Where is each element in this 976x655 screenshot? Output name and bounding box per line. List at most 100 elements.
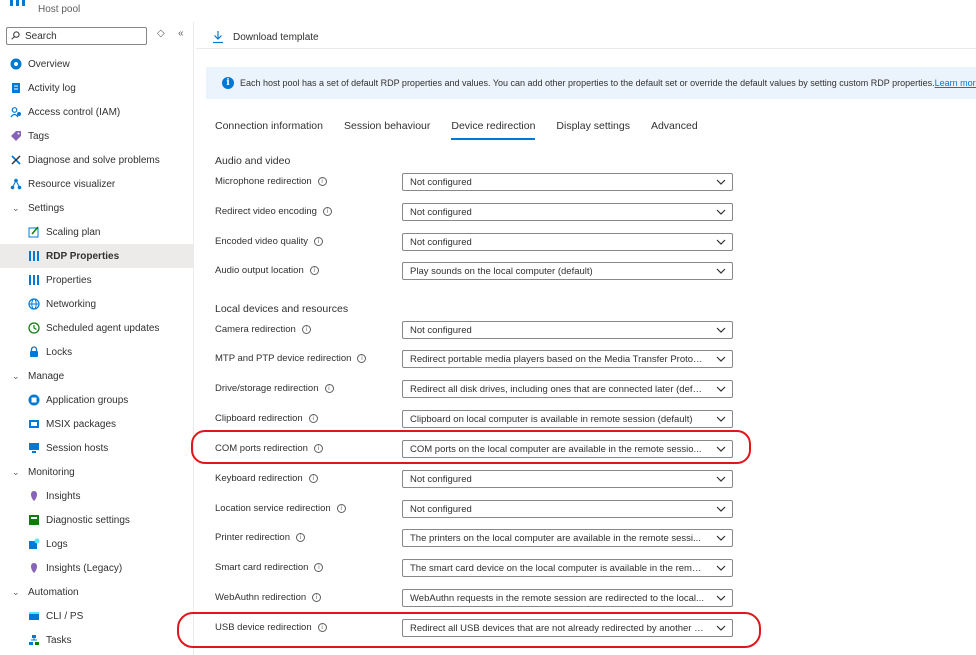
drive-storage-redirection-dropdown[interactable]: Redirect all disk drives, including ones… — [402, 380, 733, 398]
field-camera-redirection: Camera redirection i Not configured — [215, 321, 735, 339]
camera-redirection-dropdown[interactable]: Not configured — [402, 321, 733, 339]
sidebar-group-automation[interactable]: ⌄ Automation — [0, 580, 194, 604]
chevron-down-icon — [716, 476, 726, 482]
info-icon[interactable]: i — [314, 562, 324, 572]
dropdown-value: The printers on the local computer are a… — [410, 533, 701, 544]
sidebar-item-diagnostic-settings[interactable]: Diagnostic settings — [0, 508, 194, 532]
sidebar-item-label: Scaling plan — [46, 226, 101, 238]
tab-session-behaviour[interactable]: Session behaviour — [344, 118, 430, 140]
tab-display-settings[interactable]: Display settings — [556, 118, 630, 140]
tab-advanced[interactable]: Advanced — [651, 118, 698, 140]
info-icon[interactable]: i — [312, 592, 322, 602]
sidebar-group-settings[interactable]: ⌄ Settings — [0, 196, 194, 220]
audio-output-location-dropdown[interactable]: Play sounds on the local computer (defau… — [402, 262, 733, 280]
redirect-video-encoding-dropdown[interactable]: Not configured — [402, 203, 733, 221]
location-service-redirection-dropdown[interactable]: Not configured — [402, 500, 733, 518]
scaling-plan-icon — [28, 226, 39, 238]
section-audio-video: Audio and video — [215, 155, 291, 167]
info-icon[interactable]: i — [308, 473, 318, 483]
sidebar-item-diagnose-and-solve-problems[interactable]: Diagnose and solve problems — [0, 148, 194, 172]
sidebar-item-label: Settings — [28, 202, 65, 214]
wrench-icon — [11, 155, 21, 165]
dropdown-value: Not configured — [410, 474, 472, 485]
info-icon[interactable]: i — [295, 532, 305, 542]
clipboard-redirection-dropdown[interactable]: Clipboard on local computer is available… — [402, 410, 733, 428]
info-icon[interactable]: i — [308, 413, 318, 423]
sidebar-item-logs[interactable]: Logs — [0, 532, 194, 556]
info-icon[interactable]: i — [322, 206, 332, 216]
sidebar-item-msix-packages[interactable]: MSIX packages — [0, 412, 194, 436]
properties-icon — [29, 275, 39, 285]
field-label-text: Encoded video quality — [215, 236, 308, 247]
toolbar-divider — [196, 48, 976, 49]
sidebar-item-resource-visualizer[interactable]: Resource visualizer — [0, 172, 194, 196]
sidebar-item-rdp-properties[interactable]: RDP Properties — [0, 244, 194, 268]
tab-connection-information[interactable]: Connection information — [215, 118, 323, 140]
sidebar-item-label: Locks — [46, 346, 73, 358]
sidebar-group-manage[interactable]: ⌄ Manage — [0, 364, 194, 388]
field-label: Microphone redirection i — [215, 176, 327, 187]
field-label-text: Audio output location — [215, 265, 304, 276]
sidebar-item-properties[interactable]: Properties — [0, 268, 194, 292]
sidebar-item-locks[interactable]: Locks — [0, 340, 194, 364]
chevron-down-icon: ⌄ — [12, 466, 20, 477]
sidebar-item-scaling-plan[interactable]: Scaling plan — [0, 220, 194, 244]
search-icon — [11, 31, 20, 40]
encoded-video-quality-dropdown[interactable]: Not configured — [402, 233, 733, 251]
sidebar-item-scheduled-agent-updates[interactable]: Scheduled agent updates — [0, 316, 194, 340]
sidebar-item-application-groups[interactable]: Application groups — [0, 388, 194, 412]
chevron-down-icon — [716, 179, 726, 185]
keyboard-redirection-dropdown[interactable]: Not configured — [402, 470, 733, 488]
field-clipboard-redirection: Clipboard redirection i Clipboard on local… — [215, 410, 735, 428]
info-icon[interactable]: i — [301, 324, 311, 334]
sidebar-item-insights[interactable]: Insights — [0, 484, 194, 508]
field-label-text: Drive/storage redirection — [215, 383, 319, 394]
field-label: Smart card redirection i — [215, 562, 324, 573]
microphone-redirection-dropdown[interactable]: Not configured — [402, 173, 733, 191]
clock-icon — [28, 322, 40, 334]
dropdown-value: Play sounds on the local computer (defau… — [410, 266, 593, 277]
info-icon[interactable]: i — [313, 236, 323, 246]
smart-card-redirection-dropdown[interactable]: The smart card device on the local compu… — [402, 559, 733, 577]
sidebar-item-label: Overview — [28, 58, 70, 70]
sidebar-item-activity-log[interactable]: Activity log — [0, 76, 194, 100]
collapse-sidebar-icon[interactable]: « — [178, 28, 184, 39]
info-icon[interactable]: i — [324, 383, 334, 393]
sidebar-item-insights-legacy[interactable]: Insights (Legacy) — [0, 556, 194, 580]
sidebar-item-cli-ps[interactable]: CLI / PS — [0, 604, 194, 628]
info-icon[interactable]: i — [357, 353, 367, 363]
webauthn-redirection-dropdown[interactable]: WebAuthn requests in the remote session … — [402, 589, 733, 607]
sidebar-item-tasks[interactable]: Tasks — [0, 628, 194, 652]
download-template-button[interactable]: Download template — [233, 32, 319, 43]
search-input[interactable] — [25, 29, 143, 43]
field-label: WebAuthn redirection i — [215, 592, 322, 603]
info-icon[interactable]: i — [317, 176, 327, 186]
sidebar-item-access-control-iam[interactable]: Access control (IAM) — [0, 100, 194, 124]
mtp-and-ptp-device-redirection-dropdown[interactable]: Redirect portable media players based on… — [402, 350, 733, 368]
field-label: Clipboard redirection i — [215, 413, 318, 424]
overview-icon — [10, 58, 22, 70]
sidebar-item-label: Networking — [46, 298, 97, 310]
info-icon[interactable]: i — [336, 503, 346, 513]
rdp-properties-icon — [29, 251, 39, 261]
sidebar-item-label: Logs — [46, 538, 68, 550]
tab-device-redirection[interactable]: Device redirection — [451, 118, 536, 140]
sidebar-item-networking[interactable]: Networking — [0, 292, 194, 316]
sidebar-search[interactable] — [6, 27, 147, 45]
sidebar-item-session-hosts[interactable]: Session hosts — [0, 436, 194, 460]
expand-icon[interactable]: ◇ — [157, 28, 165, 39]
field-redirect-video-encoding: Redirect video encoding i Not configured — [215, 203, 735, 221]
printer-redirection-dropdown[interactable]: The printers on the local computer are a… — [402, 529, 733, 547]
sidebar-item-overview[interactable]: Overview — [0, 52, 194, 76]
sidebar-group-monitoring[interactable]: ⌄ Monitoring — [0, 460, 194, 484]
iam-icon — [10, 107, 21, 118]
logs-icon — [29, 538, 40, 549]
lock-icon — [30, 346, 38, 357]
field-mtp-and-ptp-device-redirection: MTP and PTP device redirection i Redirect … — [215, 350, 735, 368]
sidebar-item-label: Resource visualizer — [28, 178, 116, 190]
info-icon[interactable]: i — [309, 265, 319, 275]
learn-more-link[interactable]: Learn more — [935, 78, 976, 88]
info-icon: i — [222, 77, 234, 89]
field-smart-card-redirection: Smart card redirection i The smart card de… — [215, 559, 735, 577]
sidebar-item-tags[interactable]: Tags — [0, 124, 194, 148]
